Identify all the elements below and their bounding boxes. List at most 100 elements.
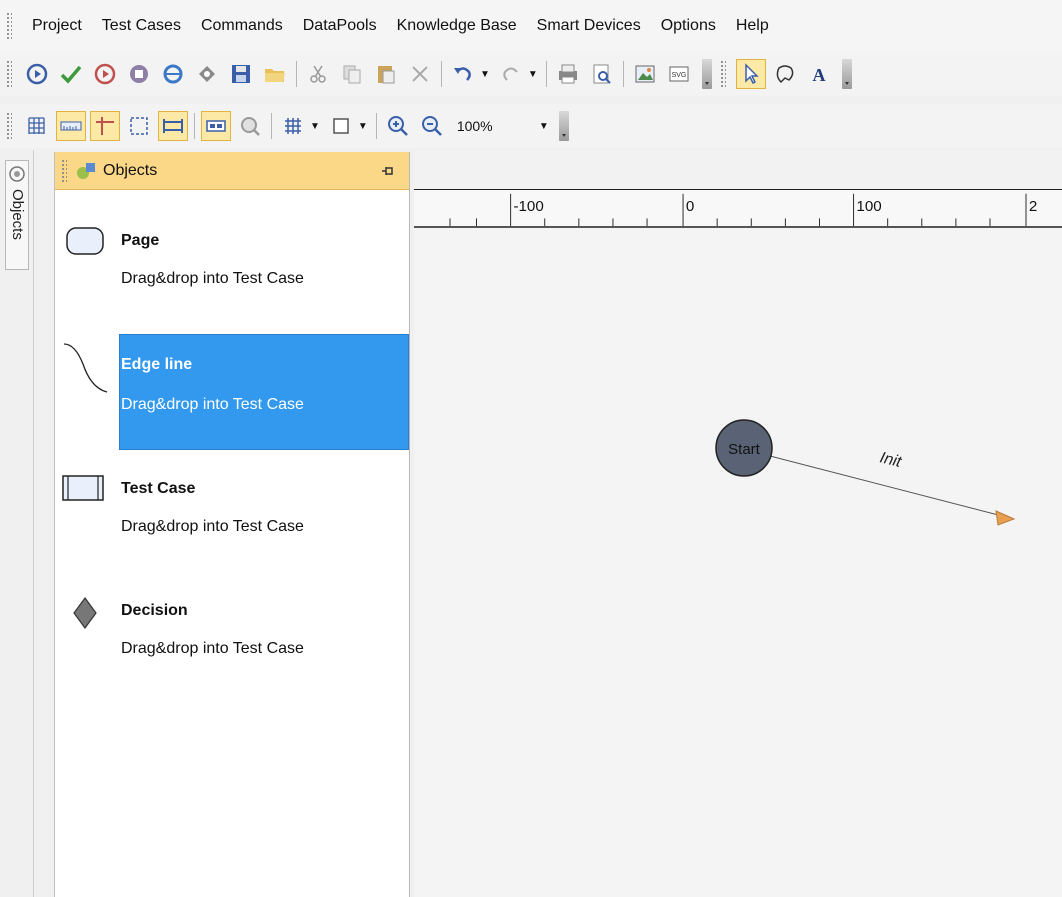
toolbar-separator xyxy=(271,113,272,139)
cut-button[interactable] xyxy=(303,59,333,89)
menu-options[interactable]: Options xyxy=(651,11,726,41)
zoom-in-button[interactable] xyxy=(383,111,413,141)
clipboard-icon xyxy=(378,66,395,84)
menu-knowledge-base[interactable]: Knowledge Base xyxy=(387,11,527,41)
menu-project[interactable]: Project xyxy=(22,11,92,41)
menu-datapools[interactable]: DataPools xyxy=(293,11,387,41)
redo-dropdown-icon[interactable]: ▼ xyxy=(528,69,538,80)
device-button[interactable] xyxy=(192,59,222,89)
side-tab-label: Objects xyxy=(9,189,26,240)
toolbar-grip[interactable] xyxy=(6,60,12,88)
redo-button[interactable] xyxy=(496,59,526,89)
checkmark-icon xyxy=(60,65,82,84)
zoom-area-icon xyxy=(241,117,260,136)
export-svg-button[interactable]: SVG xyxy=(664,59,694,89)
grid-button[interactable] xyxy=(22,111,52,141)
objects-tab-icon xyxy=(9,166,25,182)
menu-commands[interactable]: Commands xyxy=(191,11,293,41)
toolbar-separator xyxy=(622,61,624,87)
text-tool-button[interactable]: A xyxy=(804,59,834,89)
guides-icon xyxy=(96,117,114,135)
snap-grid-button[interactable] xyxy=(278,111,308,141)
pointer-tool-button[interactable] xyxy=(735,59,766,89)
edge-label[interactable]: Init xyxy=(878,449,903,471)
stop-button[interactable] xyxy=(124,59,154,89)
zoom-dropdown-icon[interactable]: ▼ xyxy=(539,121,549,132)
toolbar-overflow-button[interactable] xyxy=(701,59,712,89)
run-button[interactable] xyxy=(22,59,52,89)
bounds-button[interactable] xyxy=(124,111,154,141)
scissors-icon xyxy=(310,65,326,83)
object-description: Drag&drop into Test Case xyxy=(121,640,304,657)
toolbar-separator xyxy=(296,61,297,87)
object-item-page[interactable]: Page Drag&drop into Test Case xyxy=(55,214,409,314)
object-item-edge-line[interactable]: Edge line Drag&drop into Test Case xyxy=(55,334,409,450)
snap-grid-dropdown-icon[interactable]: ▼ xyxy=(310,121,320,132)
object-description: Drag&drop into Test Case xyxy=(121,396,304,413)
text-a-icon: A xyxy=(812,65,825,85)
fit-width-icon xyxy=(163,119,183,133)
menu-test-cases[interactable]: Test Cases xyxy=(92,11,191,41)
side-tab-strip: Objects xyxy=(0,150,34,897)
objects-panel-header[interactable]: Objects xyxy=(55,152,409,190)
bounds-icon xyxy=(130,117,148,135)
edge-line-icon xyxy=(63,343,108,393)
browser-button[interactable] xyxy=(158,59,188,89)
svg-text:A: A xyxy=(812,65,825,85)
print-preview-button[interactable] xyxy=(587,59,617,89)
menu-help[interactable]: Help xyxy=(726,11,779,41)
page-border-button[interactable] xyxy=(326,111,356,141)
record-icon xyxy=(94,63,116,85)
undo-icon xyxy=(454,67,471,81)
record-button[interactable] xyxy=(90,59,120,89)
pin-icon[interactable] xyxy=(381,164,395,178)
undo-button[interactable] xyxy=(448,59,478,89)
object-title: Edge line xyxy=(121,356,193,373)
zoom-in-icon xyxy=(387,116,408,136)
ruler-button[interactable] xyxy=(56,111,86,141)
edge-arrowhead-icon xyxy=(995,510,1016,526)
toolbar-overflow-button[interactable] xyxy=(558,111,569,141)
print-button[interactable] xyxy=(553,59,583,89)
fit-width-button[interactable] xyxy=(158,111,188,141)
pointer-icon xyxy=(745,63,759,85)
menu-smart-devices[interactable]: Smart Devices xyxy=(527,11,651,41)
page-shape-icon xyxy=(66,227,104,255)
zoom-level-combo[interactable]: 100% xyxy=(457,118,537,134)
zoom-out-icon xyxy=(421,116,442,136)
copy-button[interactable] xyxy=(337,59,367,89)
folder-icon xyxy=(265,69,285,82)
undo-dropdown-icon[interactable]: ▼ xyxy=(480,69,490,80)
page-border-icon xyxy=(333,118,349,134)
svg-text:SVG: SVG xyxy=(671,72,686,79)
grid-icon xyxy=(28,117,45,134)
export-image-button[interactable] xyxy=(630,59,660,89)
delete-button[interactable] xyxy=(405,59,435,89)
diagram-canvas[interactable]: Init Start xyxy=(414,228,1062,897)
open-button[interactable] xyxy=(260,59,290,89)
horizontal-ruler[interactable]: -100 0 100 2 xyxy=(414,190,1062,228)
selection-highlight xyxy=(119,334,409,450)
validate-button[interactable] xyxy=(56,59,86,89)
printer-icon xyxy=(558,64,577,84)
editor-tab-strip xyxy=(414,150,1062,190)
toolbar-grip[interactable] xyxy=(719,60,726,88)
save-button[interactable] xyxy=(226,59,256,89)
zoom-area-button[interactable] xyxy=(235,111,265,141)
page-border-dropdown-icon[interactable]: ▼ xyxy=(358,121,368,132)
object-item-test-case[interactable]: Test Case Drag&drop into Test Case xyxy=(55,470,409,550)
guides-button[interactable] xyxy=(90,111,120,141)
lasso-tool-button[interactable] xyxy=(770,59,800,89)
menu-grip[interactable] xyxy=(6,12,12,40)
panel-grip[interactable] xyxy=(61,158,67,183)
print-preview-icon xyxy=(593,64,611,84)
zoom-out-button[interactable] xyxy=(417,111,447,141)
paste-button[interactable] xyxy=(371,59,401,89)
toolbar-overflow-button[interactable] xyxy=(841,59,852,89)
side-tab-objects[interactable]: Objects xyxy=(5,160,29,270)
toolbar-grip[interactable] xyxy=(6,112,12,140)
layout-button[interactable] xyxy=(201,111,231,141)
object-item-decision[interactable]: Decision Drag&drop into Test Case xyxy=(55,592,409,672)
object-title: Test Case xyxy=(121,480,196,497)
stop-icon xyxy=(130,65,148,83)
